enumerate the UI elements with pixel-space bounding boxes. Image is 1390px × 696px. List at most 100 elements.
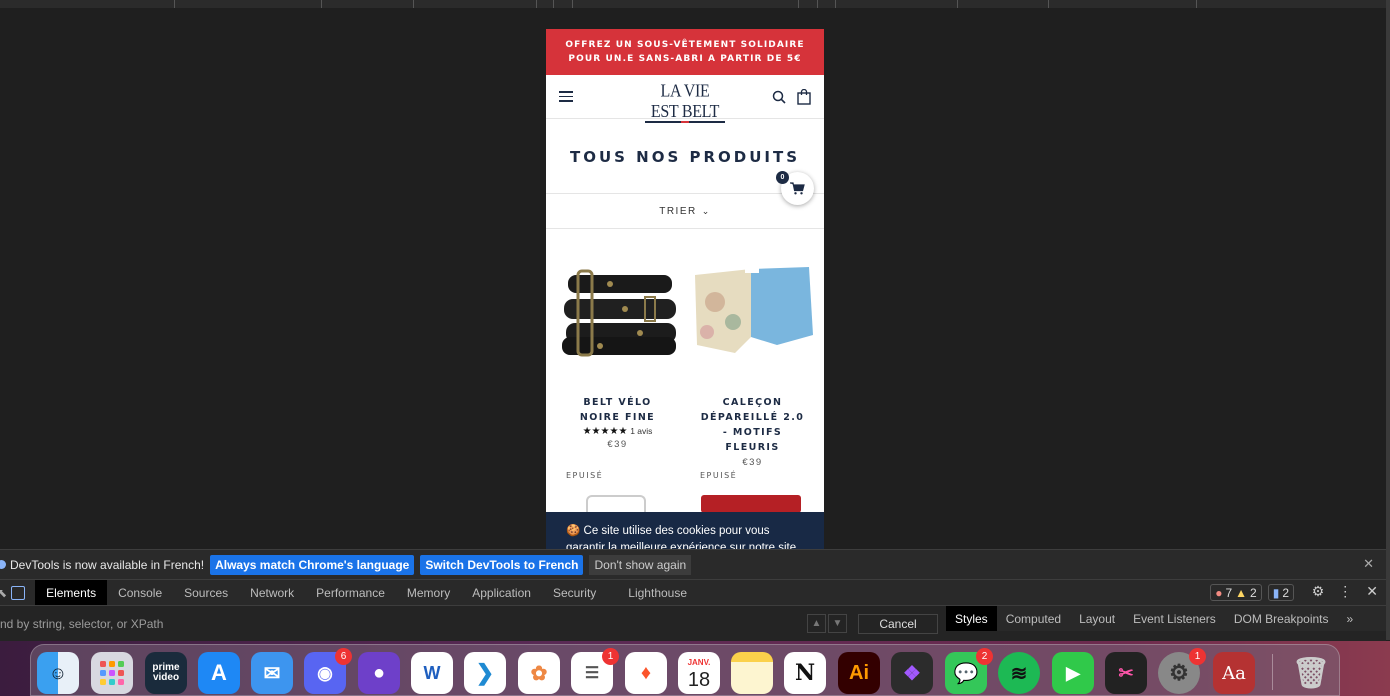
dictionary-icon[interactable]: Aa bbox=[1213, 652, 1255, 694]
finder-icon[interactable]: ☺ bbox=[37, 652, 79, 694]
gear-icon[interactable]: ⚙ bbox=[1312, 583, 1325, 600]
notes-icon[interactable] bbox=[731, 652, 773, 694]
bag-icon[interactable] bbox=[797, 89, 811, 105]
switch-to-french-button[interactable]: Switch DevTools to French bbox=[420, 554, 584, 575]
launchpad-grid bbox=[100, 661, 124, 685]
search-nav: ▲ ▼ bbox=[807, 614, 847, 633]
messages-icon[interactable]: 💬 2 bbox=[945, 648, 993, 694]
tab-styles[interactable]: Styles bbox=[946, 605, 997, 632]
product-image-boxers[interactable] bbox=[685, 247, 820, 387]
product-price: €39 bbox=[607, 439, 628, 450]
mobile-viewport: OFFREZ UN SOUS-VÊTEMENT SOLIDAIRE POUR U… bbox=[546, 29, 824, 549]
message-count-badge[interactable]: ▮ 2 bbox=[1267, 584, 1294, 601]
tab-dom-breakpoints[interactable]: DOM Breakpoints bbox=[1225, 606, 1338, 632]
notion-icon[interactable]: N bbox=[784, 652, 826, 694]
discord-icon[interactable]: ◉ 6 bbox=[304, 648, 352, 694]
warning-icon: ▲ bbox=[1235, 585, 1248, 600]
error-icon: ● bbox=[1215, 585, 1223, 600]
tab-lighthouse[interactable]: Lighthouse bbox=[617, 580, 698, 606]
tab-network[interactable]: Network bbox=[239, 580, 305, 606]
final-cut-icon[interactable]: ✂ bbox=[1105, 652, 1147, 694]
dock-separator bbox=[1272, 654, 1273, 690]
facetime-icon[interactable]: ▶ bbox=[1052, 652, 1094, 694]
product-name[interactable]: CALEÇON DÉPAREILLÉ 2.0 - MOTIFS FLEURIS bbox=[685, 395, 820, 455]
cart-icon bbox=[790, 182, 805, 195]
product-image-belt[interactable] bbox=[550, 247, 685, 387]
promo-banner[interactable]: OFFREZ UN SOUS-VÊTEMENT SOLIDAIRE POUR U… bbox=[546, 29, 824, 75]
device-toolbar-strip bbox=[0, 0, 1390, 8]
menu-icon[interactable] bbox=[559, 91, 573, 102]
promo-line-2: POUR UN.E SANS-ABRI A PARTIR DE 5€ bbox=[568, 54, 802, 64]
settings-badge: 1 bbox=[1189, 648, 1206, 665]
sort-dropdown[interactable]: TRIER ⌄ bbox=[546, 194, 824, 229]
logo-text: LA VIE EST BELT bbox=[650, 81, 720, 122]
site-logo[interactable]: LA VIE EST BELT bbox=[645, 81, 725, 123]
spotify-icon[interactable]: ≋ bbox=[998, 652, 1040, 694]
product-grid: BELT VÉLO NOIRE FINE ★★★★★ 1 avis €39 CA… bbox=[546, 229, 824, 549]
site-header: LA VIE EST BELT bbox=[546, 75, 824, 123]
belt-image bbox=[562, 269, 676, 357]
device-toggle-icon[interactable] bbox=[11, 585, 26, 600]
styles-pane-tabbar: Styles Computed Layout Event Listeners D… bbox=[946, 605, 1386, 632]
tab-memory[interactable]: Memory bbox=[396, 580, 461, 606]
figma-icon[interactable]: ❖ bbox=[891, 652, 933, 694]
inspect-element-icon[interactable]: ⬉ bbox=[0, 586, 7, 600]
previous-match-icon[interactable]: ▲ bbox=[807, 614, 826, 633]
tab-computed[interactable]: Computed bbox=[997, 606, 1070, 632]
cookie-text-line-1: 🍪 Ce site utilise des cookies pour vous bbox=[566, 525, 770, 537]
warning-count: 2 bbox=[1250, 585, 1257, 600]
product-name[interactable]: BELT VÉLO NOIRE FINE bbox=[550, 395, 685, 425]
cancel-search-button[interactable]: Cancel bbox=[858, 614, 938, 634]
issue-counters[interactable]: ● 7 ▲ 2 ▮ 2 bbox=[1210, 584, 1294, 601]
error-count: 7 bbox=[1225, 585, 1233, 600]
window-edge bbox=[1386, 0, 1390, 640]
reminders-icon[interactable]: ☰ 1 bbox=[571, 648, 619, 694]
rating-stars: ★★★★★ 1 avis bbox=[550, 426, 685, 437]
info-icon bbox=[0, 560, 6, 569]
sort-label: TRIER bbox=[659, 205, 697, 217]
mail-icon[interactable]: ✉ bbox=[251, 652, 293, 694]
app-store-icon[interactable]: A bbox=[198, 652, 240, 694]
more-tabs-icon[interactable]: » bbox=[1338, 606, 1363, 632]
prime-video-icon[interactable]: prime video bbox=[145, 652, 187, 694]
search-input[interactable]: nd by string, selector, or XPath bbox=[0, 617, 163, 631]
dont-show-again-button[interactable]: Don't show again bbox=[589, 554, 692, 575]
calendar-month: JANV. bbox=[687, 658, 711, 667]
product-image-partial[interactable] bbox=[586, 495, 646, 513]
tab-security[interactable]: Security bbox=[542, 580, 607, 606]
illustrator-icon[interactable]: Ai bbox=[838, 652, 880, 694]
tab-sources[interactable]: Sources bbox=[173, 580, 239, 606]
photos-icon[interactable]: ✿ bbox=[518, 652, 560, 694]
devtools-actions: ⚙ ⋮ ✕ bbox=[1312, 583, 1378, 600]
word-label: W bbox=[423, 662, 441, 683]
messages-badge: 2 bbox=[976, 648, 993, 665]
word-icon[interactable]: W bbox=[411, 652, 453, 694]
product-image-partial[interactable] bbox=[701, 495, 801, 513]
search-icon[interactable] bbox=[772, 90, 786, 104]
tab-event-listeners[interactable]: Event Listeners bbox=[1124, 606, 1225, 632]
close-icon[interactable]: ✕ bbox=[1363, 556, 1374, 572]
tab-layout[interactable]: Layout bbox=[1070, 606, 1124, 632]
next-match-icon[interactable]: ▼ bbox=[828, 614, 847, 633]
kebab-menu-icon[interactable]: ⋮ bbox=[1338, 583, 1352, 600]
system-settings-icon[interactable]: ⚙ 1 bbox=[1158, 648, 1206, 694]
calendar-icon[interactable]: JANV. 18 bbox=[678, 652, 720, 694]
github-desktop-icon[interactable]: ● bbox=[358, 652, 400, 694]
tab-elements[interactable]: Elements bbox=[35, 579, 108, 606]
cookie-text-line-2: garantir la meilleure expérience sur not… bbox=[566, 542, 797, 549]
cart-count-badge: 0 bbox=[776, 171, 789, 184]
infobar-message: DevTools is now available in French! bbox=[10, 557, 205, 572]
product-card[interactable]: BELT VÉLO NOIRE FINE ★★★★★ 1 avis €39 bbox=[550, 247, 685, 450]
tab-performance[interactable]: Performance bbox=[305, 580, 396, 606]
tab-console[interactable]: Console bbox=[107, 580, 173, 606]
brave-icon[interactable]: ♦ bbox=[625, 652, 667, 694]
product-card[interactable]: CALEÇON DÉPAREILLÉ 2.0 - MOTIFS FLEURIS … bbox=[685, 247, 820, 468]
trash-icon[interactable]: 🗑 bbox=[1290, 652, 1332, 694]
error-count-badge[interactable]: ● 7 ▲ 2 bbox=[1210, 584, 1262, 601]
always-match-language-button[interactable]: Always match Chrome's language bbox=[210, 554, 415, 575]
message-icon: ▮ bbox=[1272, 585, 1280, 600]
tab-application[interactable]: Application bbox=[461, 580, 542, 606]
launchpad-icon[interactable] bbox=[91, 652, 133, 694]
vscode-icon[interactable]: ❯ bbox=[464, 652, 506, 694]
close-devtools-icon[interactable]: ✕ bbox=[1366, 583, 1378, 600]
